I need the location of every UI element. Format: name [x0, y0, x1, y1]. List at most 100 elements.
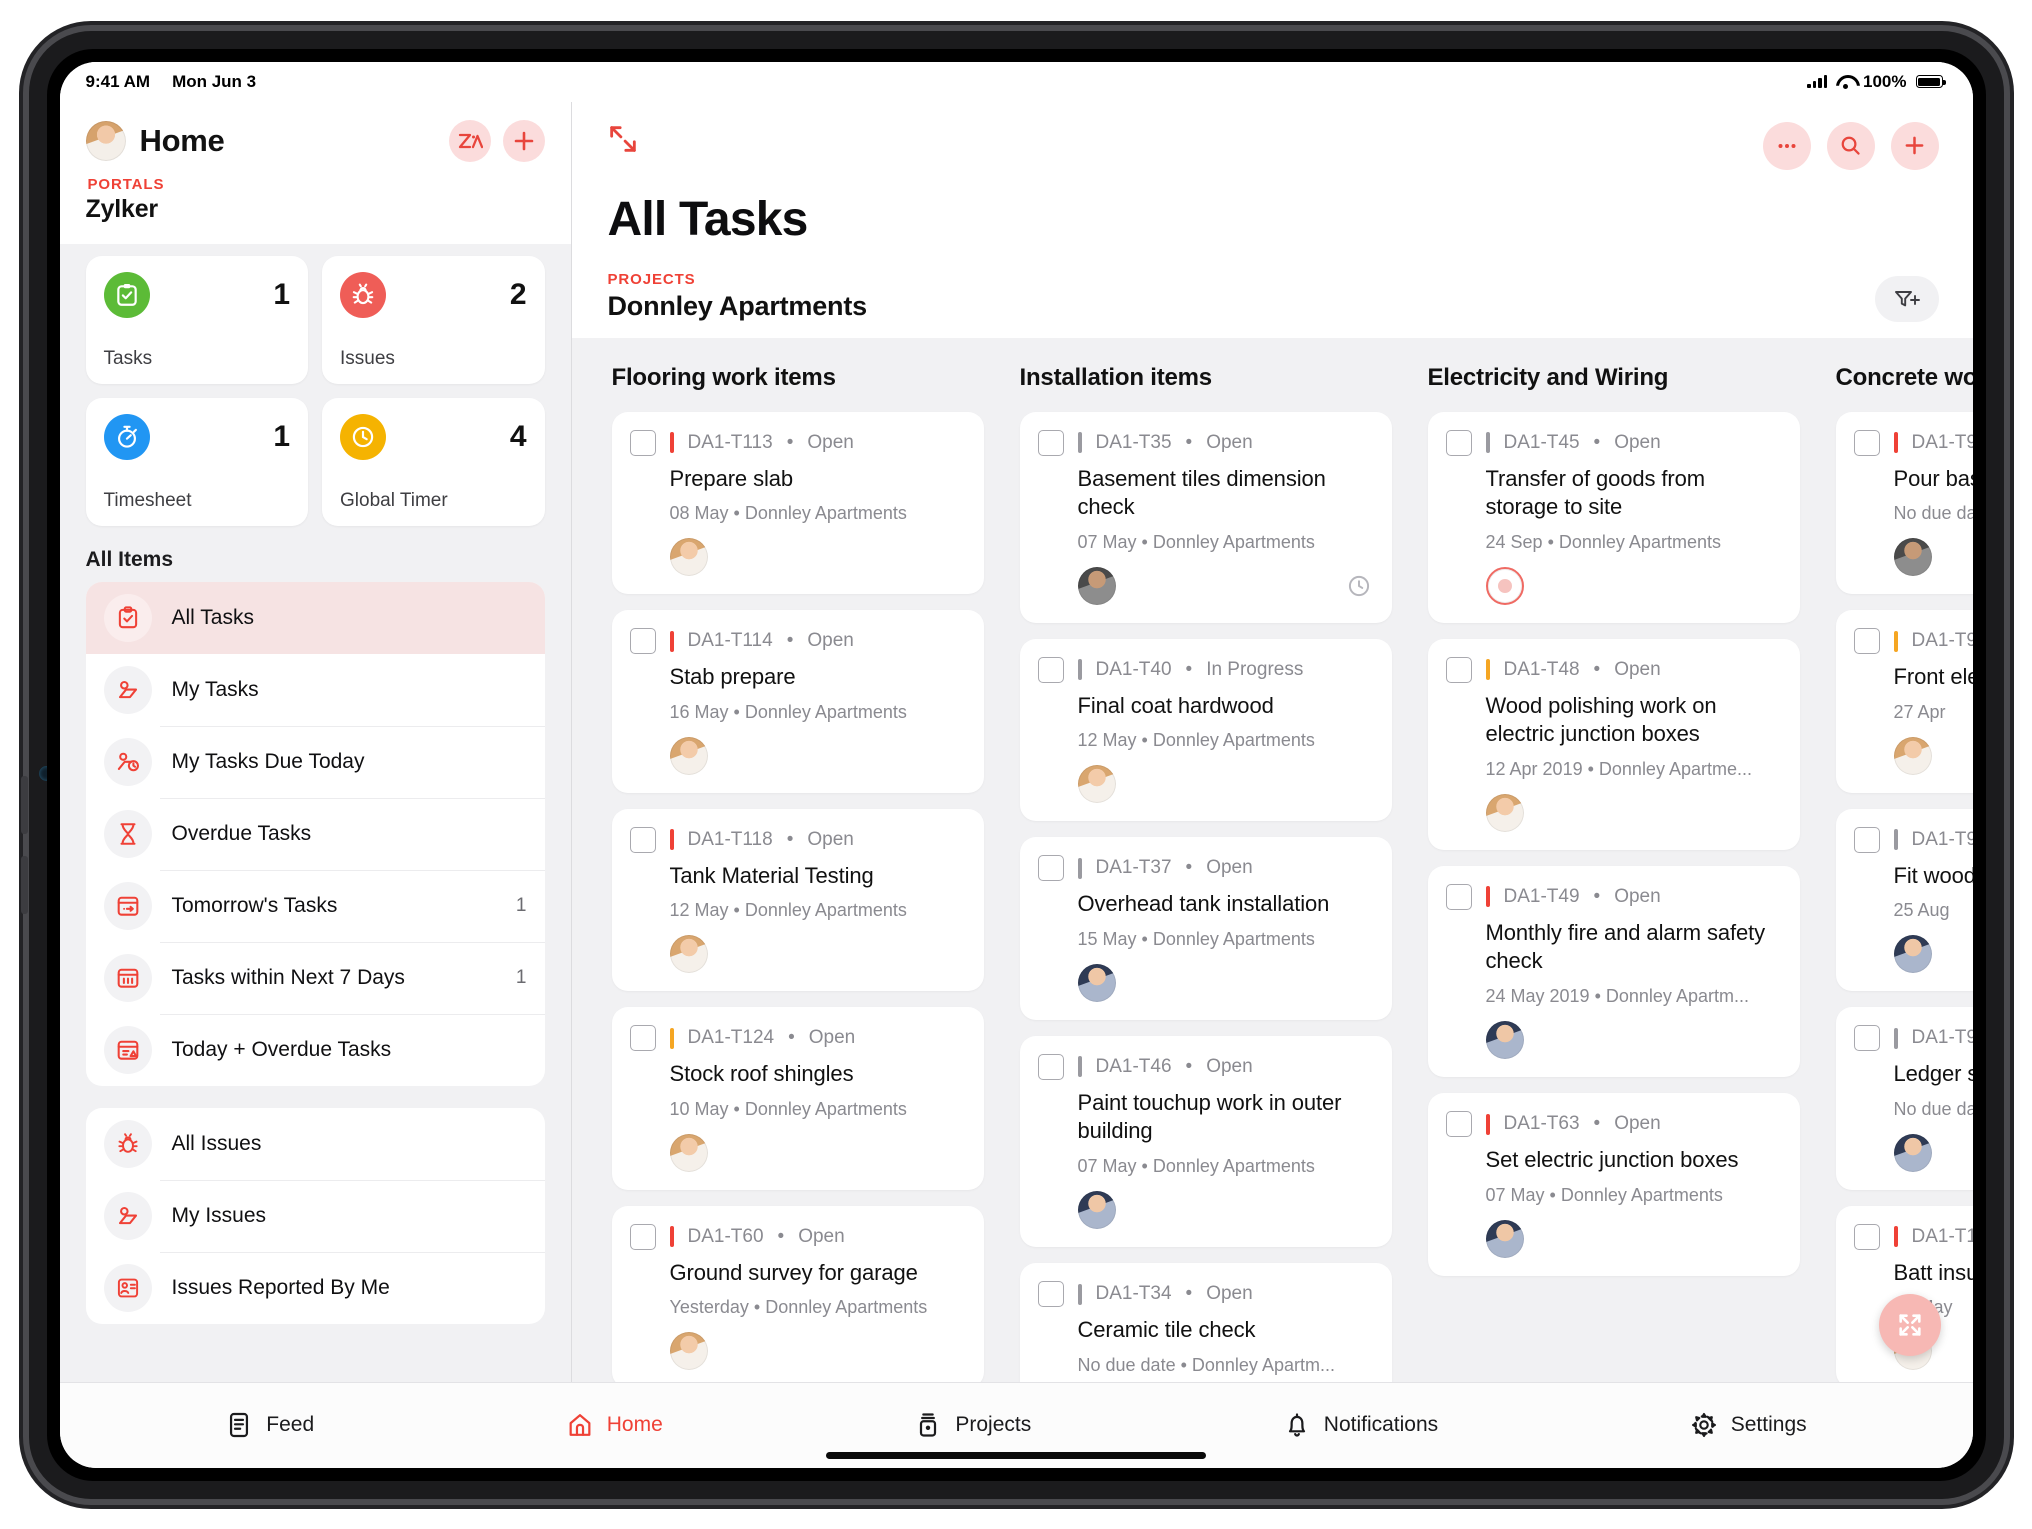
- assignee-avatar[interactable]: [1077, 566, 1116, 605]
- sidebar-item-all-tasks[interactable]: All Tasks: [85, 581, 545, 654]
- assignee-avatar[interactable]: [669, 1332, 708, 1371]
- stat-card-tasks[interactable]: 1 Tasks: [85, 255, 308, 384]
- separator-dot: •: [1593, 431, 1601, 453]
- task-title: Final coat hardwood: [1077, 692, 1274, 718]
- tab-home[interactable]: Home: [566, 1411, 663, 1439]
- home-indicator[interactable]: [826, 1451, 1206, 1459]
- stat-label: Tasks: [103, 347, 153, 369]
- sidebar-item-overdue-tasks[interactable]: Overdue Tasks: [86, 797, 545, 870]
- task-checkbox[interactable]: [1445, 883, 1472, 910]
- sidebar-item-tasks-next-7-days[interactable]: Tasks within Next 7 Days 1: [86, 941, 545, 1014]
- assignee-avatar[interactable]: [1485, 1219, 1524, 1258]
- assignee-avatar[interactable]: [1077, 963, 1116, 1002]
- task-card[interactable]: DA1-T114 • Open Stab prepare 16 May • Do…: [611, 610, 984, 793]
- task-checkbox[interactable]: [1037, 855, 1064, 882]
- task-checkbox[interactable]: [1853, 1025, 1880, 1052]
- task-card[interactable]: DA1-T40 • In Progress Final coat hardwoo…: [1019, 638, 1392, 822]
- task-checkbox[interactable]: [1445, 656, 1472, 683]
- task-id: DA1-T46: [1095, 1055, 1172, 1077]
- sidebar-nav-scroll[interactable]: All Tasks My Tasks My Tasks Due Today Ov…: [60, 581, 571, 1382]
- stat-card-issues[interactable]: 2 Issues: [322, 255, 545, 384]
- task-checkbox[interactable]: [1853, 628, 1880, 655]
- assignee-avatar-pending[interactable]: [1485, 566, 1524, 605]
- task-meta: 07 May • Donnley Apartments: [1485, 1184, 1723, 1205]
- assignee-avatar[interactable]: [669, 935, 708, 974]
- task-card[interactable]: DA1-T97 Fit wooden door in lotus villa 2…: [1835, 808, 1973, 992]
- column-title: Electricity and Wiring: [1427, 363, 1669, 391]
- task-card[interactable]: DA1-T49 • Open Monthly fire and alarm sa…: [1427, 865, 1800, 1078]
- task-card[interactable]: DA1-T35 • Open Basement tiles dimension …: [1019, 411, 1392, 623]
- search-button[interactable]: [1826, 121, 1875, 170]
- sidebar-item-my-issues[interactable]: My Issues: [86, 1179, 545, 1252]
- task-card[interactable]: DA1-T46 • Open Paint touchup work in out…: [1019, 1035, 1392, 1248]
- sidebar-item-all-issues[interactable]: All Issues: [86, 1108, 545, 1180]
- assignee-avatar[interactable]: [1893, 935, 1932, 974]
- task-card[interactable]: DA1-T113 • Open Prepare slab 08 May • Do…: [611, 411, 984, 595]
- task-checkbox[interactable]: [629, 628, 656, 655]
- task-checkbox[interactable]: [1037, 1281, 1064, 1308]
- task-checkbox[interactable]: [1037, 429, 1064, 456]
- task-card[interactable]: DA1-T63 • Open Set electric junction box…: [1427, 1093, 1800, 1276]
- expand-fab-button[interactable]: [1878, 1293, 1941, 1356]
- project-name[interactable]: Donnley Apartments: [608, 291, 868, 322]
- task-checkbox[interactable]: [1853, 1223, 1880, 1250]
- assignee-avatar[interactable]: [1077, 1191, 1116, 1230]
- assignee-avatar[interactable]: [1485, 793, 1524, 832]
- priority-indicator: [669, 630, 674, 652]
- task-card[interactable]: DA1-T37 • Open Overhead tank installatio…: [1019, 837, 1392, 1020]
- task-checkbox[interactable]: [1037, 656, 1064, 683]
- task-checkbox[interactable]: [1037, 1053, 1064, 1080]
- task-card[interactable]: DA1-T48 • Open Wood polishing work on el…: [1427, 638, 1800, 850]
- task-checkbox[interactable]: [1853, 826, 1880, 853]
- tab-notifications[interactable]: Notifications: [1283, 1411, 1438, 1439]
- task-board[interactable]: Flooring work items DA1-T113 • Open Prep…: [571, 337, 1973, 1382]
- sidebar-item-my-tasks[interactable]: My Tasks: [86, 654, 545, 726]
- task-meta: 12 May • Donnley Apartments: [669, 900, 907, 921]
- assignee-avatar[interactable]: [1077, 765, 1116, 804]
- task-card[interactable]: DA1-T60 • Open Ground survey for garage …: [611, 1205, 984, 1382]
- sidebar-item-tomorrows-tasks[interactable]: Tomorrow's Tasks 1: [86, 869, 545, 942]
- add-task-button[interactable]: [1890, 121, 1939, 170]
- assignee-avatar[interactable]: [1893, 1133, 1932, 1172]
- volume-up-button[interactable]: [20, 775, 28, 834]
- assignee-avatar[interactable]: [1893, 538, 1932, 577]
- task-card[interactable]: DA1-T91 Pour basement slab No due date: [1835, 411, 1973, 595]
- task-checkbox[interactable]: [1445, 1111, 1472, 1138]
- task-card[interactable]: DA1-T45 • Open Transfer of goods from st…: [1427, 411, 1800, 623]
- task-checkbox[interactable]: [1853, 429, 1880, 456]
- task-card[interactable]: DA1-T95 Front elevation on the clay 27 A…: [1835, 610, 1973, 793]
- task-card[interactable]: DA1-T34 • Open Ceramic tile check No due…: [1019, 1263, 1392, 1382]
- task-id: DA1-T91: [1911, 431, 1973, 453]
- avatar[interactable]: [85, 120, 126, 161]
- task-card[interactable]: DA1-T118 • Open Tank Material Testing 12…: [611, 808, 984, 992]
- assignee-avatar[interactable]: [1485, 1021, 1524, 1060]
- add-button[interactable]: [502, 119, 545, 162]
- assignee-avatar[interactable]: [1893, 736, 1932, 775]
- task-checkbox[interactable]: [629, 826, 656, 853]
- assignee-avatar[interactable]: [669, 538, 708, 577]
- task-checkbox[interactable]: [629, 1025, 656, 1052]
- task-checkbox[interactable]: [1445, 429, 1472, 456]
- task-checkbox[interactable]: [629, 429, 656, 456]
- assignee-avatar[interactable]: [669, 736, 708, 775]
- expand-diagonal-icon[interactable]: [606, 122, 640, 156]
- tab-projects[interactable]: Projects: [914, 1411, 1031, 1439]
- sidebar-item-today-overdue-tasks[interactable]: Today + Overdue Tasks: [86, 1013, 545, 1086]
- tab-feed[interactable]: Feed: [225, 1411, 314, 1439]
- volume-down-button[interactable]: [20, 855, 28, 914]
- stat-card-global-timer[interactable]: 4 Global Timer: [322, 397, 545, 526]
- task-card[interactable]: DA1-T124 • Open Stock roof shingles 10 M…: [611, 1007, 984, 1190]
- task-checkbox[interactable]: [629, 1223, 656, 1250]
- task-card[interactable]: DA1-T99 Ledger setting No due date: [1835, 1007, 1973, 1190]
- stat-card-timesheet[interactable]: 1 Timesheet: [85, 397, 308, 526]
- zia-button[interactable]: [448, 119, 491, 162]
- filter-button[interactable]: [1874, 275, 1939, 322]
- sidebar-item-issues-reported-by-me[interactable]: Issues Reported By Me: [86, 1251, 545, 1324]
- more-options-button[interactable]: [1762, 121, 1811, 170]
- assignee-avatar[interactable]: [669, 1133, 708, 1172]
- timer-icon[interactable]: [1346, 573, 1372, 599]
- portal-name[interactable]: Zylker: [86, 195, 545, 224]
- plus-icon: [514, 131, 533, 150]
- tab-settings[interactable]: Settings: [1690, 1411, 1807, 1439]
- sidebar-item-my-tasks-due-today[interactable]: My Tasks Due Today: [86, 725, 545, 798]
